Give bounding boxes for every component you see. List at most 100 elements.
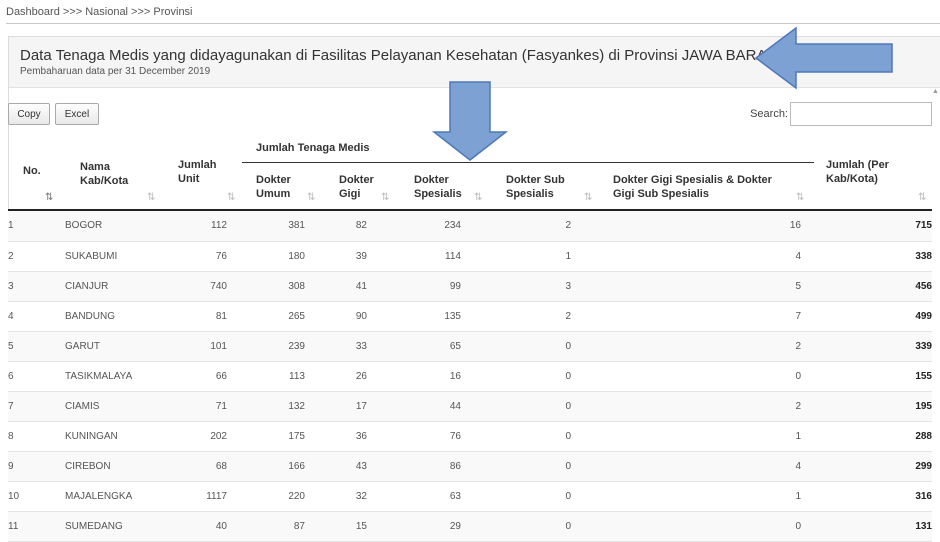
row-dokter-umum: 220 — [237, 481, 321, 512]
row-unit: 112 — [167, 211, 237, 242]
row-total: 316 — [809, 481, 932, 512]
sort-icon[interactable]: ⇅ — [227, 192, 236, 203]
row-unit: 68 — [167, 451, 237, 482]
col-header-dokter-gigi[interactable]: Dokter Gigi — [339, 173, 379, 201]
row-no: 6 — [8, 361, 65, 392]
table-row: 11 SUMEDANG 40 87 15 29 0 0 131 — [8, 511, 932, 542]
scroll-up-icon[interactable]: ▲ — [932, 88, 939, 95]
row-unit: 740 — [167, 271, 237, 302]
sort-icon[interactable]: ⇅ — [796, 192, 805, 203]
row-dokter-gigi: 36 — [321, 421, 385, 452]
col-header-dokter-sub-spesialis[interactable]: Dokter Sub Spesialis — [506, 173, 576, 201]
row-dokter-spesialis: 63 — [385, 481, 485, 512]
row-dokter-sub-spesialis: 0 — [485, 481, 587, 512]
row-unit: 81 — [167, 301, 237, 332]
row-dokter-spesialis: 234 — [385, 211, 485, 242]
row-total: 288 — [809, 421, 932, 452]
row-dokter-spesialis: 114 — [385, 241, 485, 272]
divider — [6, 23, 940, 24]
row-dokter-gigi: 26 — [321, 361, 385, 392]
row-dokter-umum: 175 — [237, 421, 321, 452]
row-dokter-umum: 113 — [237, 361, 321, 392]
row-gigi-spesialis: 4 — [587, 451, 809, 482]
row-no: 9 — [8, 451, 65, 482]
row-gigi-spesialis: 16 — [587, 211, 809, 242]
sort-icon[interactable]: ⇅ — [474, 192, 483, 203]
row-dokter-sub-spesialis: 2 — [485, 211, 587, 242]
search-label: Search: — [750, 108, 788, 120]
row-gigi-spesialis: 0 — [587, 511, 809, 542]
left-arrow-annotation — [754, 26, 893, 90]
row-name: CIREBON — [65, 451, 167, 482]
row-gigi-spesialis: 4 — [587, 241, 809, 272]
row-dokter-sub-spesialis: 0 — [485, 421, 587, 452]
col-header-name[interactable]: Nama Kab/Kota — [80, 160, 140, 188]
row-total: 131 — [809, 511, 932, 542]
row-dokter-sub-spesialis: 0 — [485, 511, 587, 542]
row-gigi-spesialis: 7 — [587, 301, 809, 332]
sort-icon[interactable]: ⇅ — [918, 192, 927, 203]
row-dokter-gigi: 82 — [321, 211, 385, 242]
col-header-dokter-spesialis[interactable]: Dokter Spesialis — [414, 173, 474, 201]
row-dokter-spesialis: 44 — [385, 391, 485, 422]
table-row: 4 BANDUNG 81 265 90 135 2 7 499 — [8, 301, 932, 332]
sort-icon[interactable]: ⇅ — [381, 192, 390, 203]
sort-icon[interactable]: ⇅ — [584, 192, 593, 203]
row-no: 4 — [8, 301, 65, 332]
col-header-dokter-umum[interactable]: Dokter Umum — [256, 173, 296, 201]
row-name: MAJALENGKA — [65, 481, 167, 512]
row-name: SUMEDANG — [65, 511, 167, 542]
row-dokter-umum: 265 — [237, 301, 321, 332]
row-dokter-umum: 132 — [237, 391, 321, 422]
row-name: GARUT — [65, 331, 167, 362]
row-no: 5 — [8, 331, 65, 362]
row-dokter-gigi: 15 — [321, 511, 385, 542]
sort-icon[interactable]: ⇅ — [147, 192, 156, 203]
row-total: 499 — [809, 301, 932, 332]
row-gigi-spesialis: 0 — [587, 361, 809, 392]
row-name: CIAMIS — [65, 391, 167, 422]
row-gigi-spesialis: 2 — [587, 331, 809, 362]
row-total: 456 — [809, 271, 932, 302]
col-header-total[interactable]: Jumlah (Per Kab/Kota) — [826, 158, 906, 186]
table-row: 6 TASIKMALAYA 66 113 26 16 0 0 155 — [8, 361, 932, 392]
row-gigi-spesialis: 1 — [587, 481, 809, 512]
group-divider — [242, 162, 814, 163]
row-dokter-gigi: 17 — [321, 391, 385, 422]
data-table: 1 BOGOR 112 381 82 234 2 16 715 2 SUKABUMI 76 180 39 1… — [8, 211, 932, 542]
row-dokter-umum: 180 — [237, 241, 321, 272]
row-unit: 1117 — [167, 481, 237, 512]
row-dokter-umum: 381 — [237, 211, 321, 242]
row-no: 1 — [8, 211, 65, 242]
sort-asc-icon[interactable]: ⇅ — [45, 192, 54, 203]
row-dokter-gigi: 43 — [321, 451, 385, 482]
copy-button[interactable]: Copy — [8, 103, 50, 125]
table-row: 1 BOGOR 112 381 82 234 2 16 715 — [8, 211, 932, 242]
row-name: BANDUNG — [65, 301, 167, 332]
row-dokter-gigi: 33 — [321, 331, 385, 362]
excel-button[interactable]: Excel — [55, 103, 99, 125]
col-header-unit[interactable]: Jumlah Unit — [178, 158, 228, 186]
row-dokter-gigi: 39 — [321, 241, 385, 272]
row-dokter-sub-spesialis: 3 — [485, 271, 587, 302]
row-dokter-spesialis: 65 — [385, 331, 485, 362]
row-dokter-sub-spesialis: 2 — [485, 301, 587, 332]
row-gigi-spesialis: 1 — [587, 421, 809, 452]
row-no: 2 — [8, 241, 65, 272]
row-dokter-sub-spesialis: 0 — [485, 391, 587, 422]
table-row: 3 CIANJUR 740 308 41 99 3 5 456 — [8, 271, 932, 302]
row-no: 3 — [8, 271, 65, 302]
table-row: 7 CIAMIS 71 132 17 44 0 2 195 — [8, 391, 932, 422]
sort-icon[interactable]: ⇅ — [307, 192, 316, 203]
row-no: 11 — [8, 511, 65, 542]
page-title: Data Tenaga Medis yang didayagunakan di … — [20, 47, 775, 64]
row-name: CIANJUR — [65, 271, 167, 302]
col-header-no[interactable]: No. — [23, 164, 41, 178]
search-input[interactable] — [790, 102, 932, 126]
row-dokter-spesialis: 76 — [385, 421, 485, 452]
col-header-group: Jumlah Tenaga Medis — [256, 142, 370, 154]
col-header-gigi-spesialis[interactable]: Dokter Gigi Spesialis & Dokter Gigi Sub … — [613, 173, 783, 201]
row-gigi-spesialis: 5 — [587, 271, 809, 302]
down-arrow-annotation — [432, 81, 508, 161]
row-dokter-spesialis: 16 — [385, 361, 485, 392]
